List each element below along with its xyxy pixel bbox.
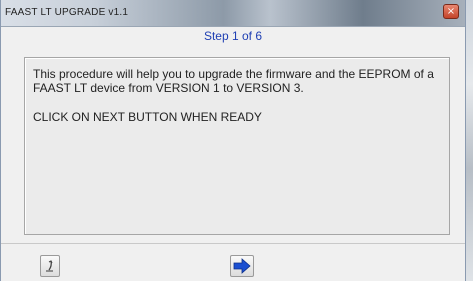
divider [1,243,465,244]
background-window-edge [466,0,473,281]
window-title: FAAST LT UPGRADE v1.1 [5,7,129,18]
upgrade-window: FAAST LT UPGRADE v1.1 × Step 1 of 6 This… [0,0,466,281]
next-button[interactable] [230,255,254,277]
instruction-text: This procedure will help you to upgrade … [33,67,434,95]
exit-button[interactable] [40,255,60,277]
step-indicator: Step 1 of 6 [203,29,263,43]
close-button[interactable]: × [443,4,459,19]
message-panel: This procedure will help you to upgrade … [24,57,450,235]
title-bar[interactable]: FAAST LT UPGRADE v1.1 × [1,0,465,27]
close-icon: × [446,6,456,17]
ready-prompt: CLICK ON NEXT BUTTON WHEN READY [33,110,262,124]
arrow-right-icon [233,258,251,274]
exit-icon [46,260,53,272]
